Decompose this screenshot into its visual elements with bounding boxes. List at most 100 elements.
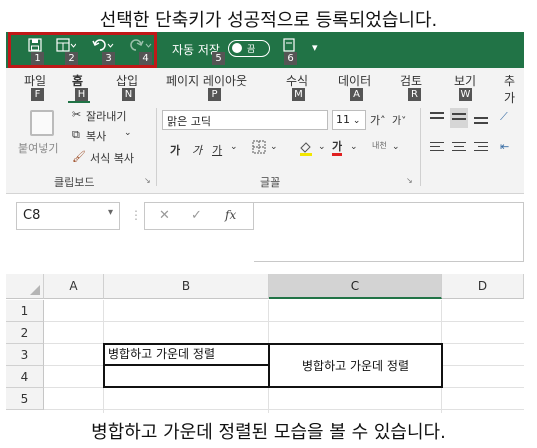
- caption-top: 선택한 단축키가 성공적으로 등록되었습니다.: [99, 10, 438, 31]
- keytip-4: 4: [139, 52, 152, 65]
- ribbon-tabs: 파일 홈 삽입 페이지 레이아웃 수식 데이터 검토 보기 추가 F H N P…: [6, 68, 524, 106]
- bold-button[interactable]: 가: [170, 142, 180, 158]
- paste-icon[interactable]: [30, 110, 54, 136]
- toggle-label: 끔: [247, 45, 256, 55]
- paste-button[interactable]: 붙여넣기: [18, 140, 58, 156]
- keytip-2: 2: [65, 52, 78, 65]
- copy-dropdown-icon[interactable]: ⌄: [124, 128, 132, 138]
- align-right-icon[interactable]: [474, 142, 488, 154]
- keytip-file: F: [31, 88, 44, 101]
- keytip-6: 6: [284, 52, 297, 65]
- underline-button[interactable]: 가: [212, 142, 222, 158]
- ribbon-home: 붙여넣기 ✂ 잘라내기 ⧉ 복사 ⌄ 🖌 서식 복사 클립보드 ↘ 맑은 고딕 …: [6, 104, 524, 194]
- name-box-value: C8: [23, 208, 41, 223]
- quick-access-toolbar: 1 2 3 4 자동 저장 끔 5 6 ▾: [6, 32, 524, 68]
- keytip-home: H: [75, 88, 88, 101]
- cut-button[interactable]: 잘라내기: [86, 108, 126, 124]
- row-header-4[interactable]: 4: [6, 366, 44, 388]
- select-all-corner[interactable]: [6, 274, 44, 299]
- font-launcher-icon[interactable]: ↘: [406, 176, 413, 185]
- keytip-1: 1: [31, 52, 44, 65]
- keytip-data: A: [350, 88, 363, 101]
- keytip-review: R: [408, 88, 421, 101]
- tab-page-layout[interactable]: 페이지 레이아웃: [166, 72, 247, 89]
- font-group-label: 글꼴: [260, 176, 281, 189]
- font-size-value: 11: [336, 113, 350, 126]
- font-name-value: 맑은 고딕: [167, 115, 211, 128]
- name-box-dropdown-icon[interactable]: ▾: [108, 207, 113, 218]
- tab-review[interactable]: 검토: [400, 72, 422, 89]
- shrink-font-button[interactable]: 가˅: [392, 112, 406, 127]
- formula-bar-grip-icon[interactable]: ⋮: [130, 208, 142, 222]
- format-painter-icon[interactable]: 🖌: [72, 150, 86, 163]
- formula-input[interactable]: [254, 202, 524, 262]
- font-size-box[interactable]: 11 ⌄: [332, 110, 366, 130]
- keytip-insert: N: [122, 88, 135, 101]
- align-bottom-icon[interactable]: [474, 112, 488, 124]
- underline-dropdown-icon[interactable]: ⌄: [230, 142, 238, 152]
- cut-icon[interactable]: ✂: [72, 108, 81, 121]
- column-header-d[interactable]: D: [442, 274, 524, 299]
- row-header-5[interactable]: 5: [6, 388, 44, 410]
- customize-qat-icon[interactable]: ▾: [312, 41, 318, 54]
- align-left-icon[interactable]: [430, 142, 444, 154]
- row-header-2[interactable]: 2: [6, 322, 44, 344]
- tab-more[interactable]: 추가: [504, 72, 524, 106]
- tab-view[interactable]: 보기: [454, 72, 476, 89]
- name-box[interactable]: C8 ▾: [16, 202, 120, 230]
- keytip-view: W: [459, 88, 472, 101]
- copy-button[interactable]: 복사: [86, 128, 106, 144]
- row-header-1[interactable]: 1: [6, 300, 44, 322]
- clipboard-launcher-icon[interactable]: ↘: [144, 176, 151, 185]
- excel-window: 1 2 3 4 자동 저장 끔 5 6 ▾ 파일 홈 삽입 페이지 레이아웃 수…: [6, 32, 524, 413]
- column-header-c[interactable]: C: [269, 274, 442, 299]
- orientation-icon[interactable]: ⟋: [500, 110, 508, 124]
- font-name-box[interactable]: 맑은 고딕: [162, 110, 328, 130]
- row-header-3[interactable]: 3: [6, 344, 44, 366]
- caption-bottom: 병합하고 가운데 정렬된 모습을 볼 수 있습니다.: [91, 422, 446, 443]
- cell-c3-text: 병합하고 가운데 정렬: [302, 359, 409, 373]
- gridline: [44, 321, 524, 322]
- format-painter-button[interactable]: 서식 복사: [90, 150, 134, 166]
- font-color-dropdown-icon[interactable]: ⌄: [350, 142, 358, 152]
- align-center-icon[interactable]: [452, 142, 466, 154]
- tab-file[interactable]: 파일: [24, 72, 46, 89]
- cell-b3-bottom-border: [103, 364, 270, 366]
- gridline: [44, 409, 524, 410]
- formula-bar: C8 ▾ ⋮ ✕ ✓ fx: [6, 194, 524, 266]
- keytip-3: 3: [102, 52, 115, 65]
- column-header-b[interactable]: B: [104, 274, 269, 299]
- borders-dropdown-icon[interactable]: ⌄: [270, 142, 278, 152]
- autosave-toggle[interactable]: 끔: [228, 40, 270, 57]
- grow-font-button[interactable]: 가˄: [370, 112, 386, 128]
- column-header-a[interactable]: A: [44, 274, 104, 299]
- decrease-indent-icon[interactable]: ⇤: [500, 140, 509, 153]
- copy-icon[interactable]: ⧉: [72, 128, 80, 142]
- phonetic-dropdown-icon[interactable]: ⌄: [392, 142, 400, 152]
- worksheet-grid: A B C D 1 2 3 4 5 병합하고 가운데 정렬 병합하고 가운데 정…: [6, 274, 524, 413]
- align-top-icon[interactable]: [430, 112, 444, 124]
- tab-formulas[interactable]: 수식: [286, 72, 308, 89]
- group-divider: [156, 108, 157, 186]
- enter-icon[interactable]: ✓: [191, 208, 202, 223]
- borders-icon[interactable]: [252, 140, 266, 157]
- formula-buttons: ✕ ✓ fx: [144, 202, 254, 230]
- fill-color-dropdown-icon[interactable]: ⌄: [318, 142, 326, 152]
- fill-color-icon[interactable]: [298, 140, 314, 159]
- cancel-icon[interactable]: ✕: [159, 208, 170, 223]
- italic-button[interactable]: 가: [192, 142, 202, 158]
- align-middle-icon[interactable]: [450, 108, 468, 128]
- tab-insert[interactable]: 삽입: [116, 72, 138, 89]
- tab-data[interactable]: 데이터: [338, 72, 371, 89]
- active-tab-indicator: [68, 101, 90, 103]
- font-color-button[interactable]: 가: [332, 140, 343, 156]
- cell-b3[interactable]: 병합하고 가운데 정렬: [108, 345, 215, 362]
- insert-function-icon[interactable]: fx: [225, 208, 236, 222]
- tab-home[interactable]: 홈: [72, 72, 83, 89]
- phonetic-button[interactable]: 내천: [372, 140, 387, 151]
- keytip-5: 5: [212, 52, 225, 65]
- keytip-page-layout: P: [208, 88, 221, 101]
- keytip-formulas: M: [292, 88, 305, 101]
- clipboard-group-label: 클립보드: [54, 176, 95, 189]
- toggle-knob: [232, 43, 242, 53]
